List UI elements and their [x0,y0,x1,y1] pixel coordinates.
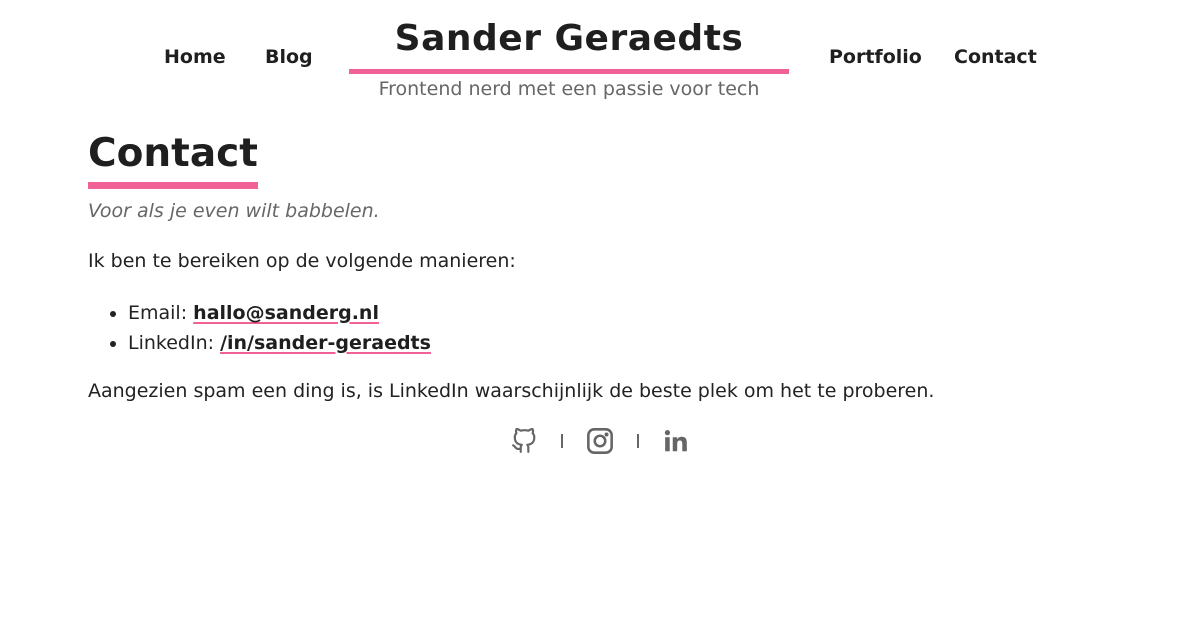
page-subtitle: Voor als je even wilt babbelen. [88,200,380,222]
nav-portfolio-link[interactable]: Portfolio [829,46,922,68]
email-link[interactable]: hallo@sanderg.nl [193,302,379,324]
brand: Sander Geraedts Frontend nerd met een pa… [349,14,789,102]
social-links [0,424,1200,458]
site-title[interactable]: Sander Geraedts [349,14,789,64]
separator [561,434,563,448]
list-item: Email: hallo@sanderg.nl [128,298,1112,328]
nav-contact-link[interactable]: Contact [954,46,1037,68]
nav-blog-link[interactable]: Blog [265,46,313,68]
intro-text: Ik ben te bereiken op de volgende manier… [88,250,516,272]
site-header: Home Blog Sander Geraedts Frontend nerd … [0,0,1200,110]
separator [637,434,639,448]
page-title: Contact [88,128,258,189]
linkedin-icon[interactable] [661,426,691,456]
github-icon[interactable] [509,426,539,456]
linkedin-label: LinkedIn: [128,332,215,354]
spam-note: Aangezien spam een ding is, is LinkedIn … [88,380,935,402]
email-label: Email: [128,302,188,324]
list-item: LinkedIn: /in/sander-geraedts [128,328,1112,358]
contact-list: Email: hallo@sanderg.nl LinkedIn: /in/sa… [88,298,1112,358]
linkedin-link[interactable]: /in/sander-geraedts [220,332,431,354]
instagram-icon[interactable] [585,426,615,456]
site-tagline: Frontend nerd met een passie voor tech [378,78,760,100]
title-underline [349,69,789,74]
main-content: Contact Voor als je even wilt babbelen. … [88,128,1112,404]
nav-home-link[interactable]: Home [164,46,226,68]
